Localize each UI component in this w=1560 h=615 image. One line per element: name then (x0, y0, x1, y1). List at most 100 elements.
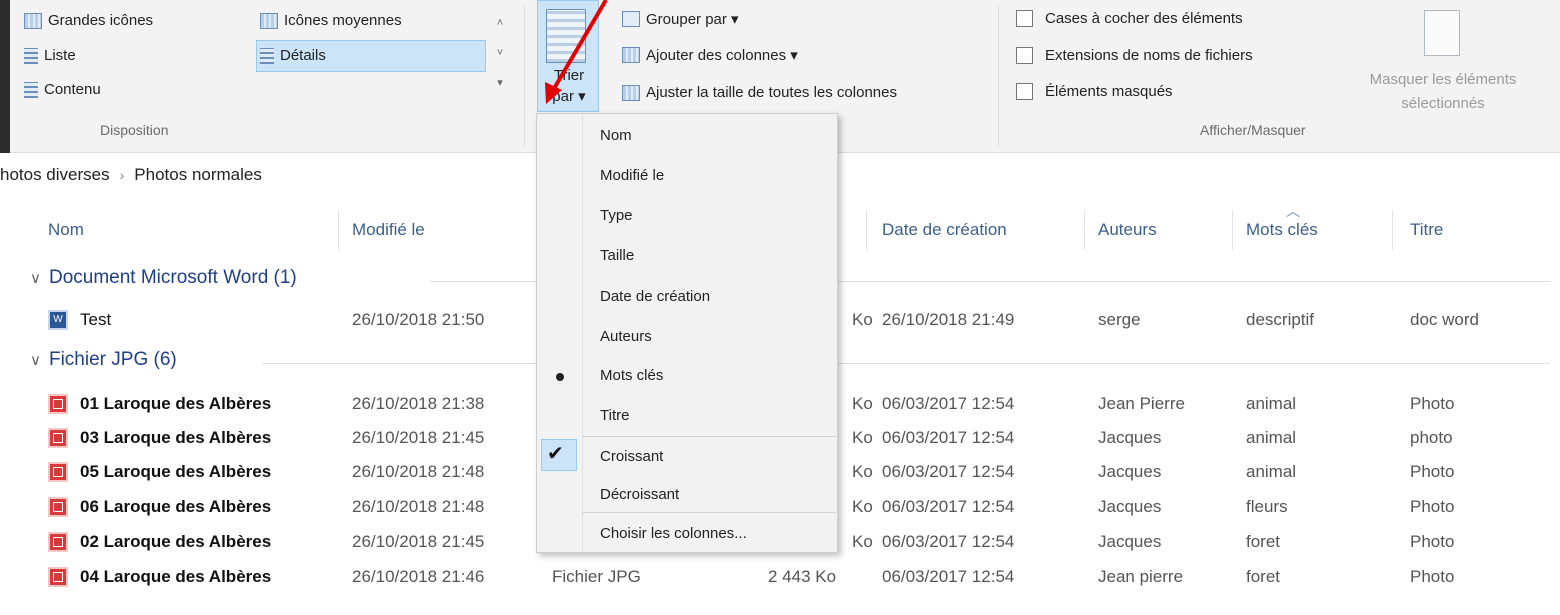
column-header-keywords[interactable]: Mots clés (1246, 220, 1318, 240)
menu-item-sort-title[interactable]: Titre (600, 407, 629, 424)
column-divider[interactable] (1232, 210, 1233, 250)
cell-title: photo (1410, 428, 1453, 447)
checkbox-hidden-items[interactable]: Éléments masqués (1016, 83, 1173, 100)
menu-item-sort-created[interactable]: Date de création (600, 288, 710, 305)
cell-created: 26/10/2018 21:49 (882, 310, 1015, 329)
column-header-authors[interactable]: Auteurs (1098, 220, 1157, 240)
cell-name: 01 Laroque des Albères (80, 394, 272, 413)
cell-keywords: descriptif (1246, 310, 1315, 329)
hide-selected-label-line1: Masquer les éléments (1369, 71, 1517, 88)
add-columns-label: Ajouter des colonnes ▾ (646, 47, 798, 64)
checkbox-item-checkboxes[interactable]: Cases à cocher des éléments (1016, 10, 1243, 27)
sort-by-label-line1: Trier (553, 67, 585, 84)
cell-modified: 26/10/2018 21:38 (352, 394, 485, 413)
layout-gallery-scroller[interactable]: ˄ ˅ ▾ (490, 8, 510, 108)
cell-size: Ko (852, 462, 873, 481)
menu-item-sort-type[interactable]: Type (600, 207, 633, 224)
layout-details[interactable]: Détails (260, 47, 326, 64)
cell-name: 04 Laroque des Albères (80, 567, 272, 586)
cell-size: Ko (852, 310, 873, 329)
menu-item-sort-modified[interactable]: Modifié le (600, 167, 664, 184)
ribbon-separator (998, 6, 999, 146)
checkbox-hidden-items-label: Éléments masqués (1045, 83, 1173, 100)
table-row[interactable]: 04 Laroque des Albères 26/10/2018 21:46 … (0, 560, 1560, 594)
menu-gutter (582, 114, 583, 552)
menu-separator (582, 436, 836, 437)
sort-by-button[interactable]: Trier par ▾ (537, 0, 599, 112)
cell-modified: 26/10/2018 21:45 (352, 428, 485, 447)
cell-title: Photo (1410, 462, 1455, 481)
menu-item-ascending[interactable]: Croissant (600, 448, 663, 465)
cell-title: doc word (1410, 310, 1479, 329)
chevron-down-icon[interactable]: ∨ (30, 270, 41, 287)
cell-author: Jean pierre (1098, 567, 1184, 586)
layout-large-icons[interactable]: Grandes icônes (24, 12, 153, 29)
breadcrumb-item-parent[interactable]: hotos diverses (0, 165, 110, 184)
checkbox-file-extensions[interactable]: Extensions de noms de fichiers (1016, 47, 1253, 64)
jpg-file-icon (48, 567, 68, 587)
jpg-file-icon (48, 428, 68, 448)
sort-by-menu: Nom Modifié le Type Taille Date de créat… (536, 113, 838, 553)
cell-created: 06/03/2017 12:54 (882, 567, 1015, 586)
cell-keywords: foret (1246, 532, 1281, 551)
cell-author: Jacques (1098, 428, 1162, 447)
breadcrumb-chevron-icon[interactable]: › (120, 167, 125, 183)
layout-content[interactable]: Contenu (24, 81, 101, 98)
breadcrumb: hotos diverses › Photos normales (0, 165, 262, 185)
column-divider[interactable] (338, 210, 339, 250)
cell-size: Ko (852, 394, 873, 413)
menu-item-sort-size[interactable]: Taille (600, 247, 634, 264)
group-header-jpg[interactable]: ∨ Fichier JPG (6) (30, 349, 177, 371)
menu-item-sort-authors[interactable]: Auteurs (600, 328, 652, 345)
group-by-button[interactable]: Grouper par ▾ (622, 10, 739, 28)
checkbox[interactable] (1016, 83, 1033, 100)
checkbox[interactable] (1016, 47, 1033, 64)
cell-title: Photo (1410, 532, 1455, 551)
gallery-down-icon[interactable]: ˅ (490, 38, 510, 68)
group-by-icon (622, 11, 640, 27)
size-all-columns-button[interactable]: Ajuster la taille de toutes les colonnes (622, 84, 897, 101)
menu-item-descending[interactable]: Décroissant (600, 486, 679, 503)
group-header-word[interactable]: ∨ Document Microsoft Word (1) (30, 267, 297, 289)
cell-author: Jean Pierre (1098, 394, 1185, 413)
menu-item-sort-keywords[interactable]: Mots clés (600, 367, 663, 384)
menu-item-choose-columns[interactable]: Choisir les colonnes... (600, 525, 747, 542)
breadcrumb-item-current[interactable]: Photos normales (134, 165, 262, 184)
layout-medium-icons-label: Icônes moyennes (284, 12, 402, 29)
layout-medium-icons[interactable]: Icônes moyennes (260, 12, 402, 29)
group-header-jpg-label: Fichier JPG (6) (48, 349, 177, 370)
medium-icons-icon (260, 12, 278, 29)
chevron-down-icon[interactable]: ∨ (30, 352, 41, 369)
checkbox[interactable] (1016, 10, 1033, 27)
add-columns-icon (622, 47, 640, 63)
menu-separator (582, 512, 836, 513)
cell-keywords: animal (1246, 428, 1297, 447)
column-header-modified[interactable]: Modifié le (352, 220, 425, 240)
cell-keywords: foret (1246, 567, 1281, 586)
jpg-file-icon (48, 462, 68, 482)
cell-keywords: fleurs (1246, 497, 1288, 516)
column-divider[interactable] (1084, 210, 1085, 250)
cell-name: Test (80, 310, 112, 329)
column-header-name[interactable]: Nom (48, 220, 84, 240)
gallery-up-icon[interactable]: ˄ (490, 8, 510, 38)
group-divider (262, 363, 1550, 364)
checkmark-icon: ✔ (547, 443, 564, 465)
menu-item-sort-name[interactable]: Nom (600, 127, 632, 144)
group-by-label: Grouper par ▾ (646, 11, 739, 28)
gallery-more-icon[interactable]: ▾ (490, 68, 510, 98)
hide-selected-button[interactable]: Masquer les éléments sélectionnés (1338, 68, 1548, 116)
cell-title: Photo (1410, 497, 1455, 516)
layout-list[interactable]: Liste (24, 47, 76, 64)
radio-bullet-icon (556, 373, 564, 381)
cell-title: Photo (1410, 394, 1455, 413)
column-header-title[interactable]: Titre (1410, 220, 1443, 240)
column-header-created[interactable]: Date de création (882, 220, 1007, 240)
cell-created: 06/03/2017 12:54 (882, 394, 1015, 413)
layout-list-label: Liste (44, 47, 76, 64)
column-divider[interactable] (1392, 210, 1393, 250)
column-divider[interactable] (866, 210, 867, 250)
sort-by-label-line2: par ▾ (552, 88, 586, 105)
add-columns-button[interactable]: Ajouter des colonnes ▾ (622, 46, 798, 64)
file-explorer-window: Grandes icônes Icônes moyennes Liste Dét… (0, 0, 1560, 615)
